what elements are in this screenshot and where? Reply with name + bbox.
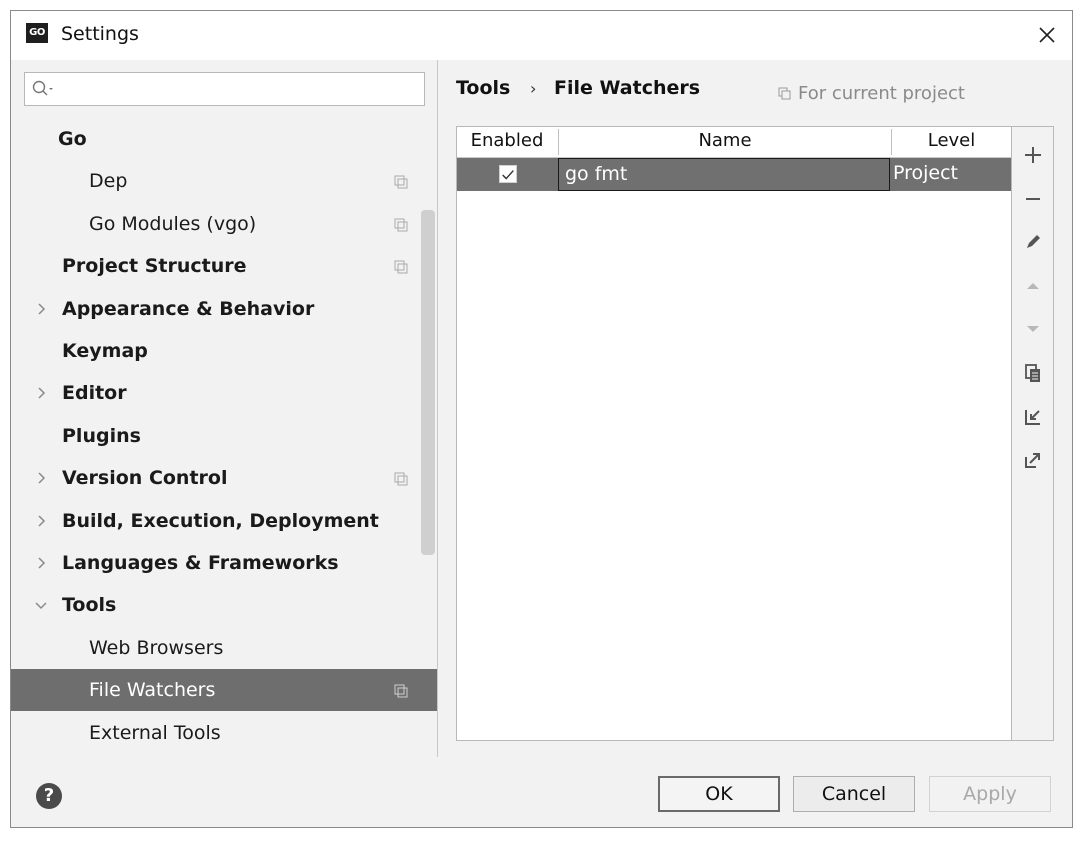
chevron-right-icon[interactable] (33, 301, 49, 317)
copy-icon (1025, 364, 1040, 382)
name-cell[interactable]: go fmt (558, 158, 890, 191)
file-watchers-panel: Tools › File Watchers For current projec… (438, 60, 1072, 757)
sidebar-item[interactable]: File Watchers (11, 669, 437, 712)
edit-icon (1027, 235, 1040, 248)
sidebar-item-label: Plugins (62, 424, 141, 447)
edit-button[interactable] (1019, 228, 1047, 256)
sidebar-item-label: Keymap (62, 340, 148, 362)
close-icon (1039, 27, 1055, 43)
add-icon (1025, 147, 1041, 163)
sidebar-item[interactable]: Go (11, 118, 437, 160)
project-level-icon (394, 175, 408, 189)
project-level-icon (394, 472, 408, 486)
enabled-checkbox[interactable] (499, 165, 517, 183)
project-level-icon (394, 260, 408, 274)
sidebar-item-label: Editor (62, 382, 127, 405)
sidebar-item-label: Build, Execution, Deployment (62, 509, 379, 532)
column-header-enabled[interactable]: Enabled (457, 130, 557, 151)
project-level-icon (394, 684, 408, 698)
column-header-level[interactable]: Level (892, 130, 1011, 151)
sidebar-item-label: File Watchers (89, 679, 216, 702)
remove-button[interactable] (1019, 185, 1047, 213)
sidebar-item-label: Web Browsers (89, 636, 224, 659)
scope-text: For current project (798, 83, 965, 104)
apply-button[interactable]: Apply (929, 776, 1051, 812)
chevron-right-icon[interactable] (33, 513, 49, 529)
sidebar-item-label: Version Control (62, 467, 228, 490)
chevron-right-icon[interactable] (33, 470, 49, 486)
sidebar-item-label: Go Modules (vgo) (89, 212, 257, 235)
sidebar-item[interactable]: External Tools (11, 712, 437, 754)
dialog-footer: ? OK Cancel Apply (11, 757, 1072, 827)
sidebar-item-label: Tools (62, 594, 117, 617)
add-button[interactable] (1019, 141, 1047, 169)
title-bar: GO Settings (11, 11, 1072, 60)
sidebar-item[interactable]: Project Structure (11, 245, 437, 287)
search-input[interactable] (24, 72, 425, 106)
checkmark-icon (502, 170, 514, 180)
sidebar-item[interactable]: Dep (11, 160, 437, 202)
project-scope-label: For current project (778, 83, 965, 104)
move-down-icon (1027, 326, 1039, 332)
settings-dialog: GO Settings Go Dep Go Modules (vgo) Project… (10, 10, 1073, 828)
sidebar-item[interactable]: Version Control (11, 457, 437, 499)
chevron-right-icon[interactable] (33, 385, 49, 401)
watcher-name: go fmt (565, 163, 628, 185)
export-button[interactable] (1019, 446, 1047, 474)
watcher-level[interactable]: Project (893, 162, 958, 184)
sidebar-item[interactable]: Go Modules (vgo) (11, 203, 437, 245)
move-up-button[interactable] (1019, 272, 1047, 300)
column-header-name[interactable]: Name (559, 130, 891, 151)
remove-icon (1026, 198, 1040, 200)
breadcrumb-separator: › (530, 79, 537, 98)
sidebar-item-label: Dep (89, 170, 128, 193)
import-button[interactable] (1019, 403, 1047, 431)
sidebar-item[interactable]: Tools (11, 584, 437, 626)
sidebar-item-label: Project Structure (62, 255, 247, 278)
sidebar-item[interactable]: Build, Execution, Deployment (11, 500, 437, 542)
copy-scope-icon (778, 87, 791, 99)
import-icon (1025, 410, 1040, 425)
sidebar-item[interactable]: Plugins (11, 415, 437, 457)
move-up-icon (1027, 283, 1039, 289)
breadcrumb-parent[interactable]: Tools (456, 77, 510, 99)
project-level-icon (394, 218, 408, 232)
goland-logo-icon: GO (26, 23, 48, 43)
cancel-button[interactable]: Cancel (793, 776, 915, 812)
breadcrumb-current: File Watchers (554, 77, 701, 99)
dialog-title: Settings (61, 23, 139, 45)
export-icon (1025, 453, 1040, 468)
search-icon (32, 80, 53, 96)
move-down-button[interactable] (1019, 315, 1047, 343)
settings-sidebar: Go Dep Go Modules (vgo) Project Structure Ap… (11, 60, 437, 757)
chevron-down-icon[interactable] (33, 597, 49, 613)
ok-button[interactable]: OK (658, 776, 780, 812)
sidebar-item-label: Languages & Frameworks (62, 552, 339, 574)
table-header: Enabled Name Level (457, 127, 1011, 158)
copy-button[interactable] (1019, 359, 1047, 387)
sidebar-item-label: Appearance & Behavior (62, 297, 315, 320)
close-button[interactable] (1028, 17, 1066, 53)
table-row[interactable]: go fmt Project (457, 158, 1011, 191)
sidebar-item[interactable]: Keymap (11, 330, 437, 372)
sidebar-item-label: Go (58, 128, 87, 150)
watchers-table: Enabled Name Level go fmt Project (456, 126, 1012, 741)
sidebar-item-label: External Tools (89, 721, 221, 744)
chevron-right-icon[interactable] (33, 555, 49, 571)
sidebar-item[interactable]: Web Browsers (11, 627, 437, 669)
sidebar-item[interactable]: Languages & Frameworks (11, 542, 437, 584)
help-icon[interactable]: ? (36, 783, 62, 809)
sidebar-item[interactable]: Editor (11, 372, 437, 414)
sidebar-scrollbar[interactable] (421, 210, 435, 555)
table-toolbar (1012, 126, 1054, 741)
sidebar-item[interactable]: Appearance & Behavior (11, 288, 437, 330)
